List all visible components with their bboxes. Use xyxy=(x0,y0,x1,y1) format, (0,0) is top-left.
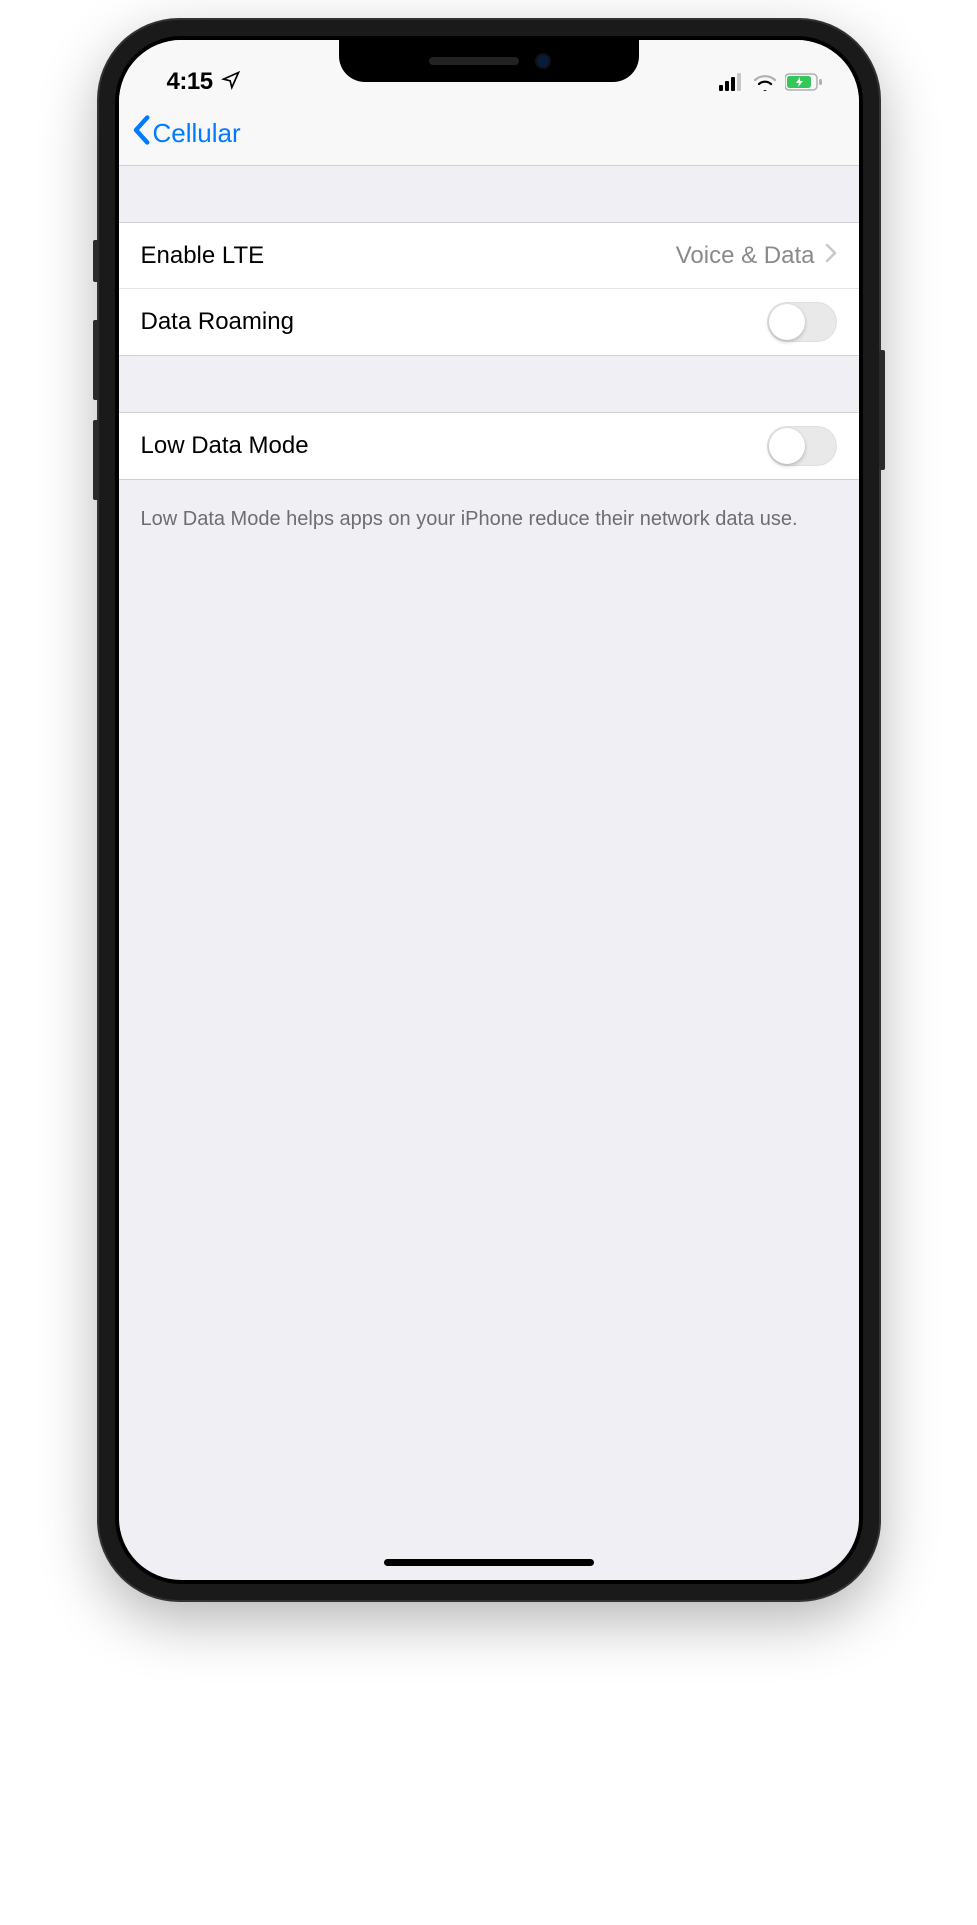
side-button-volume-up xyxy=(93,320,99,400)
group-cellular: Enable LTE Voice & Data Data Roaming xyxy=(119,222,859,356)
row-label: Enable LTE xyxy=(141,242,265,270)
group-low-data-mode: Low Data Mode xyxy=(119,412,859,480)
row-enable-lte[interactable]: Enable LTE Voice & Data xyxy=(119,223,859,289)
home-indicator[interactable] xyxy=(384,1559,594,1566)
speaker-grille xyxy=(429,57,519,65)
row-low-data-mode: Low Data Mode xyxy=(119,413,859,479)
notch xyxy=(339,40,639,82)
chevron-left-icon xyxy=(131,115,151,152)
location-icon xyxy=(221,70,241,95)
back-label: Cellular xyxy=(153,118,241,149)
low-data-mode-footer: Low Data Mode helps apps on your iPhone … xyxy=(119,496,859,533)
device-frame: 4:15 xyxy=(99,20,879,1600)
row-data-roaming: Data Roaming xyxy=(119,289,859,355)
screen: 4:15 xyxy=(119,40,859,1580)
cellular-signal-icon xyxy=(719,73,745,96)
front-camera xyxy=(537,55,549,67)
row-label: Data Roaming xyxy=(141,308,294,336)
chevron-right-icon xyxy=(825,242,837,270)
status-time: 4:15 xyxy=(167,68,213,96)
battery-charging-icon xyxy=(785,73,823,96)
back-button[interactable]: Cellular xyxy=(131,115,241,152)
data-roaming-switch[interactable] xyxy=(767,302,837,342)
low-data-mode-switch[interactable] xyxy=(767,426,837,466)
row-label: Low Data Mode xyxy=(141,432,309,460)
side-button-power xyxy=(879,350,885,470)
row-value: Voice & Data xyxy=(676,242,815,270)
wifi-icon xyxy=(753,73,777,96)
content: Enable LTE Voice & Data Data Roaming xyxy=(119,166,859,533)
side-button-volume-down xyxy=(93,420,99,500)
side-button-silent xyxy=(93,240,99,282)
nav-bar: Cellular xyxy=(119,102,859,166)
